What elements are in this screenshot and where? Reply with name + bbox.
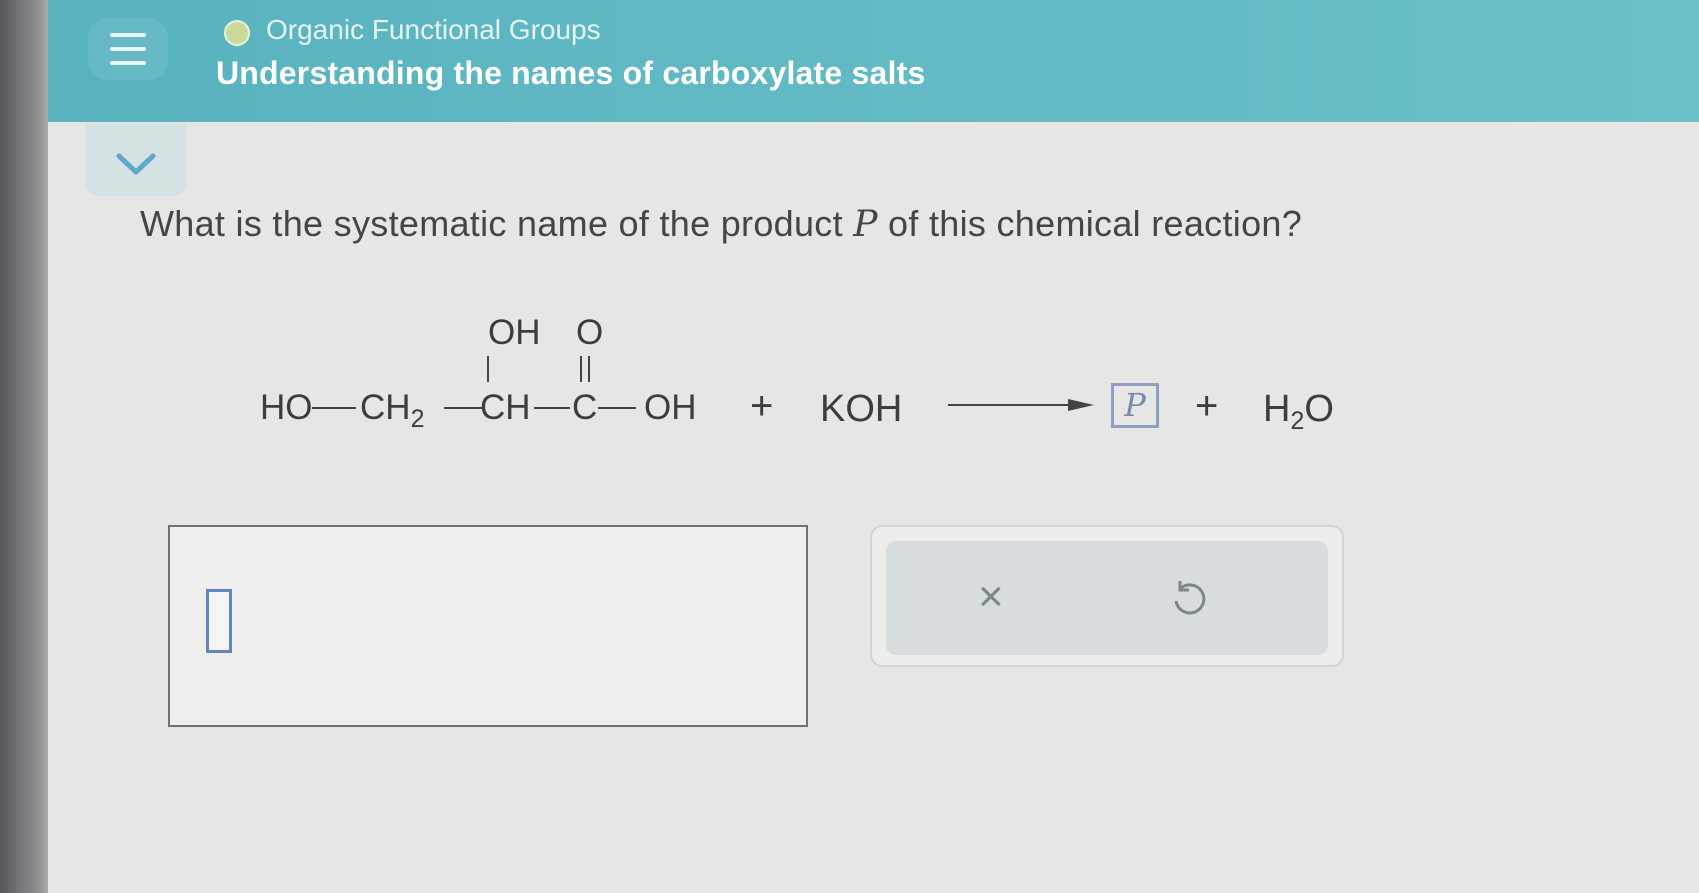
hamburger-menu-icon[interactable] [88, 18, 168, 80]
reagent-koh: KOH [820, 388, 903, 430]
bond-4 [598, 407, 636, 409]
question-variable: P [853, 204, 878, 245]
app-screen: Organic Functional Groups Understanding … [48, 0, 1699, 893]
question-prefix: What is the systematic name of the produ… [140, 203, 854, 244]
undo-icon[interactable] [1168, 579, 1208, 619]
methine-group: CH [480, 388, 531, 427]
water-o: O [1304, 388, 1334, 430]
answer-tools-bar: × [886, 541, 1328, 655]
answer-input-box[interactable] [168, 525, 808, 727]
page-title: Understanding the names of carboxylate s… [216, 55, 926, 91]
water-h: H [1263, 388, 1291, 430]
methylene-ch: CH [360, 388, 411, 427]
water-formula: H2O [1263, 388, 1334, 435]
bond-2 [444, 407, 482, 409]
methylene-subscript: 2 [410, 405, 425, 433]
hydroxyl-top-label: OH [488, 313, 541, 352]
topic-category: Organic Functional Groups [266, 14, 601, 45]
double-bond-line-2 [588, 356, 590, 382]
ho-group: HO [260, 388, 313, 427]
carbonyl-oxygen-label: O [576, 313, 604, 352]
question-text: What is the systematic name of the produ… [140, 203, 1302, 245]
answer-text-cursor[interactable] [206, 589, 232, 653]
double-bond-line-1 [580, 356, 582, 382]
reaction-arrow-icon [948, 399, 1094, 411]
top-header: Organic Functional Groups Understanding … [48, 0, 1699, 122]
plus-sign-1: + [750, 384, 774, 428]
carbonyl-carbon: C [572, 388, 598, 427]
bond-3 [534, 407, 570, 409]
chevron-down-icon [116, 153, 156, 175]
product-placeholder: P [1111, 383, 1159, 428]
question-suffix: of this chemical reaction? [877, 203, 1303, 244]
carboxyl-oh: OH [644, 388, 697, 427]
methylene-group: CH2 [360, 388, 424, 433]
screen-bezel [0, 0, 54, 893]
water-subscript: 2 [1290, 407, 1305, 435]
clear-button[interactable]: × [978, 575, 1004, 619]
single-bond-vertical [487, 356, 489, 382]
bond-1 [312, 407, 356, 409]
plus-sign-2: + [1195, 384, 1219, 428]
progress-dot-icon [224, 20, 250, 46]
collapse-button[interactable] [85, 124, 187, 196]
